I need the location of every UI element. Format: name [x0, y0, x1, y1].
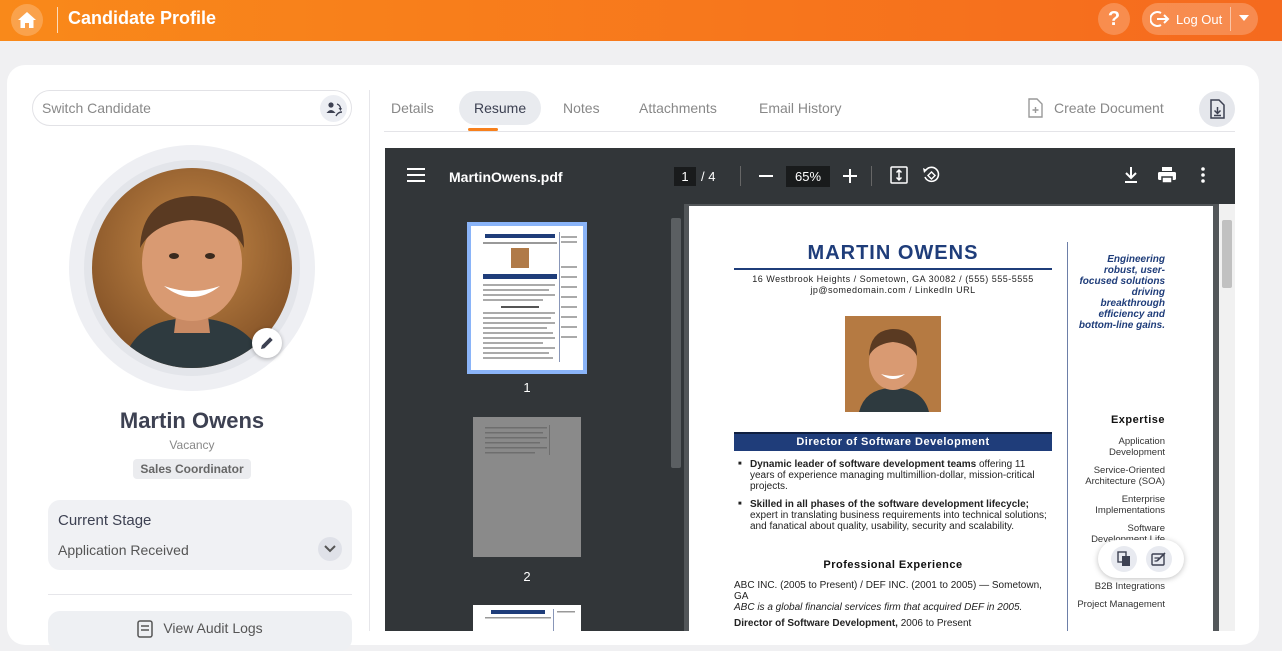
page-number-input[interactable]: 1	[674, 167, 696, 186]
tab-notes[interactable]: Notes	[548, 91, 615, 125]
stage-value: Application Received	[58, 542, 189, 558]
download-document-button[interactable]	[1199, 91, 1235, 127]
toolbar-separator	[871, 166, 872, 186]
title-divider	[57, 7, 58, 33]
create-document-button[interactable]: Create Document	[1027, 96, 1164, 120]
page-total: / 4	[701, 169, 716, 184]
new-document-icon	[1028, 98, 1043, 118]
resume-role: Director of Software Development, 2006 t…	[734, 618, 972, 629]
resume-skill: B2B Integrations	[1094, 581, 1165, 592]
audit-label: View Audit Logs	[163, 620, 263, 636]
candidate-name: Martin Owens	[119, 408, 265, 433]
resume-skills: Application Development Service-Oriented…	[1077, 436, 1165, 617]
panel-divider	[369, 90, 370, 631]
chevron-down-icon[interactable]	[1239, 15, 1249, 21]
page-scrollbar[interactable]	[1219, 204, 1235, 631]
resume-column-rule	[1067, 242, 1068, 631]
resume-contact-line: jp@somedomain.com / LinkedIn URL	[810, 285, 976, 295]
more-vert-icon[interactable]	[1200, 166, 1206, 184]
top-bar: Candidate Profile ? Log Out	[0, 0, 1282, 41]
floating-toolbar	[1098, 540, 1184, 578]
thumbnail-scrollbar[interactable]	[668, 204, 684, 631]
vacancy-label: Vacancy	[169, 438, 215, 452]
view-audit-logs-button[interactable]: View Audit Logs	[48, 611, 352, 651]
stage-dropdown-button[interactable]	[318, 537, 342, 561]
resume-name-rule	[734, 268, 1052, 270]
swap-user-button[interactable]	[320, 95, 347, 122]
download-document-icon	[1210, 99, 1225, 119]
scrollbar-thumb[interactable]	[1222, 220, 1232, 288]
chevron-down-icon	[324, 545, 336, 553]
page-thumbnail-2[interactable]	[473, 417, 581, 557]
fit-page-icon[interactable]	[890, 166, 908, 184]
resume-employer: ABC INC. (2005 to Present) / DEF INC. (2…	[734, 580, 1042, 602]
resume-employer-note: ABC is a global financial services firm …	[734, 602, 1023, 613]
tab-resume[interactable]: Resume	[459, 91, 542, 125]
switch-candidate-field[interactable]	[32, 90, 352, 126]
zoom-in-button[interactable]	[843, 169, 857, 183]
resume-tagline: Engineering robust, user-focused solutio…	[1078, 254, 1165, 331]
thumbnail-label: 1	[523, 380, 531, 395]
scrollbar-thumb[interactable]	[671, 218, 681, 468]
resume-summary: Dynamic leader of software development t…	[736, 459, 1052, 539]
resume-section-title: Professional Experience	[823, 559, 963, 571]
pdf-filename: MartinOwens.pdf	[449, 169, 563, 185]
pencil-icon	[261, 337, 273, 349]
zoom-out-button[interactable]	[759, 175, 773, 177]
copy-icon	[1117, 551, 1130, 566]
logout-button[interactable]: Log Out	[1142, 3, 1258, 35]
resume-address: 16 Westbrook Heights / Sometown, GA 3008…	[734, 274, 1052, 296]
help-icon: ?	[1107, 7, 1121, 30]
note-button[interactable]	[1146, 546, 1172, 572]
create-document-label: Create Document	[1054, 100, 1164, 116]
resume-skill: Application Development	[1109, 436, 1165, 458]
pdf-toolbar: MartinOwens.pdf 1 / 4 65%	[385, 148, 1235, 204]
list-icon	[137, 620, 154, 638]
swap-user-icon	[326, 101, 342, 116]
resume-title-bar: Director of Software Development	[734, 432, 1052, 451]
resume-bullet: Skilled in all phases of the software de…	[736, 499, 1052, 532]
edit-photo-button[interactable]	[252, 328, 282, 358]
tab-details[interactable]: Details	[376, 91, 449, 125]
toolbar-separator	[740, 166, 741, 186]
resume-photo	[845, 316, 941, 412]
resume-skill: Service-Oriented Architecture (SOA)	[1085, 465, 1165, 487]
resume-name: MARTIN OWENS	[807, 242, 979, 264]
resume-experience: ABC INC. (2005 to Present) / DEF INC. (2…	[734, 580, 1052, 629]
resume-expertise-title: Expertise	[1110, 414, 1165, 426]
copy-button[interactable]	[1111, 546, 1137, 572]
current-stage-box[interactable]: Current Stage Application Received	[48, 500, 352, 570]
logout-separator	[1230, 7, 1231, 31]
tabs-divider	[384, 131, 1235, 132]
rotate-icon[interactable]	[922, 166, 940, 184]
print-icon[interactable]	[1157, 166, 1177, 184]
stage-title: Current Stage	[58, 512, 152, 529]
page-title: Candidate Profile	[68, 8, 217, 28]
resume-skill: Enterprise Implementations	[1095, 494, 1165, 516]
switch-candidate-input[interactable]	[42, 100, 312, 116]
resume-address-line: 16 Westbrook Heights / Sometown, GA 3008…	[752, 274, 1034, 284]
logout-label: Log Out	[1176, 11, 1223, 27]
zoom-level[interactable]: 65%	[786, 166, 830, 187]
logout-icon	[1150, 11, 1170, 27]
thumbnail-label: 2	[523, 569, 531, 584]
divider	[48, 594, 352, 595]
tab-attachments[interactable]: Attachments	[624, 91, 732, 125]
resume-bullet: Dynamic leader of software development t…	[736, 459, 1052, 492]
home-icon	[18, 12, 36, 28]
vacancy-badge: Sales Coordinator	[133, 459, 251, 479]
page-thumbnail-1[interactable]	[467, 222, 587, 374]
download-icon[interactable]	[1123, 166, 1139, 184]
resume-skill: Project Management	[1077, 599, 1165, 610]
menu-icon[interactable]	[407, 168, 425, 182]
note-icon	[1151, 552, 1166, 566]
page-thumbnail-3[interactable]	[473, 605, 581, 631]
help-button[interactable]: ?	[1098, 3, 1130, 35]
home-button[interactable]	[11, 4, 43, 36]
tab-email-history[interactable]: Email History	[744, 91, 856, 125]
